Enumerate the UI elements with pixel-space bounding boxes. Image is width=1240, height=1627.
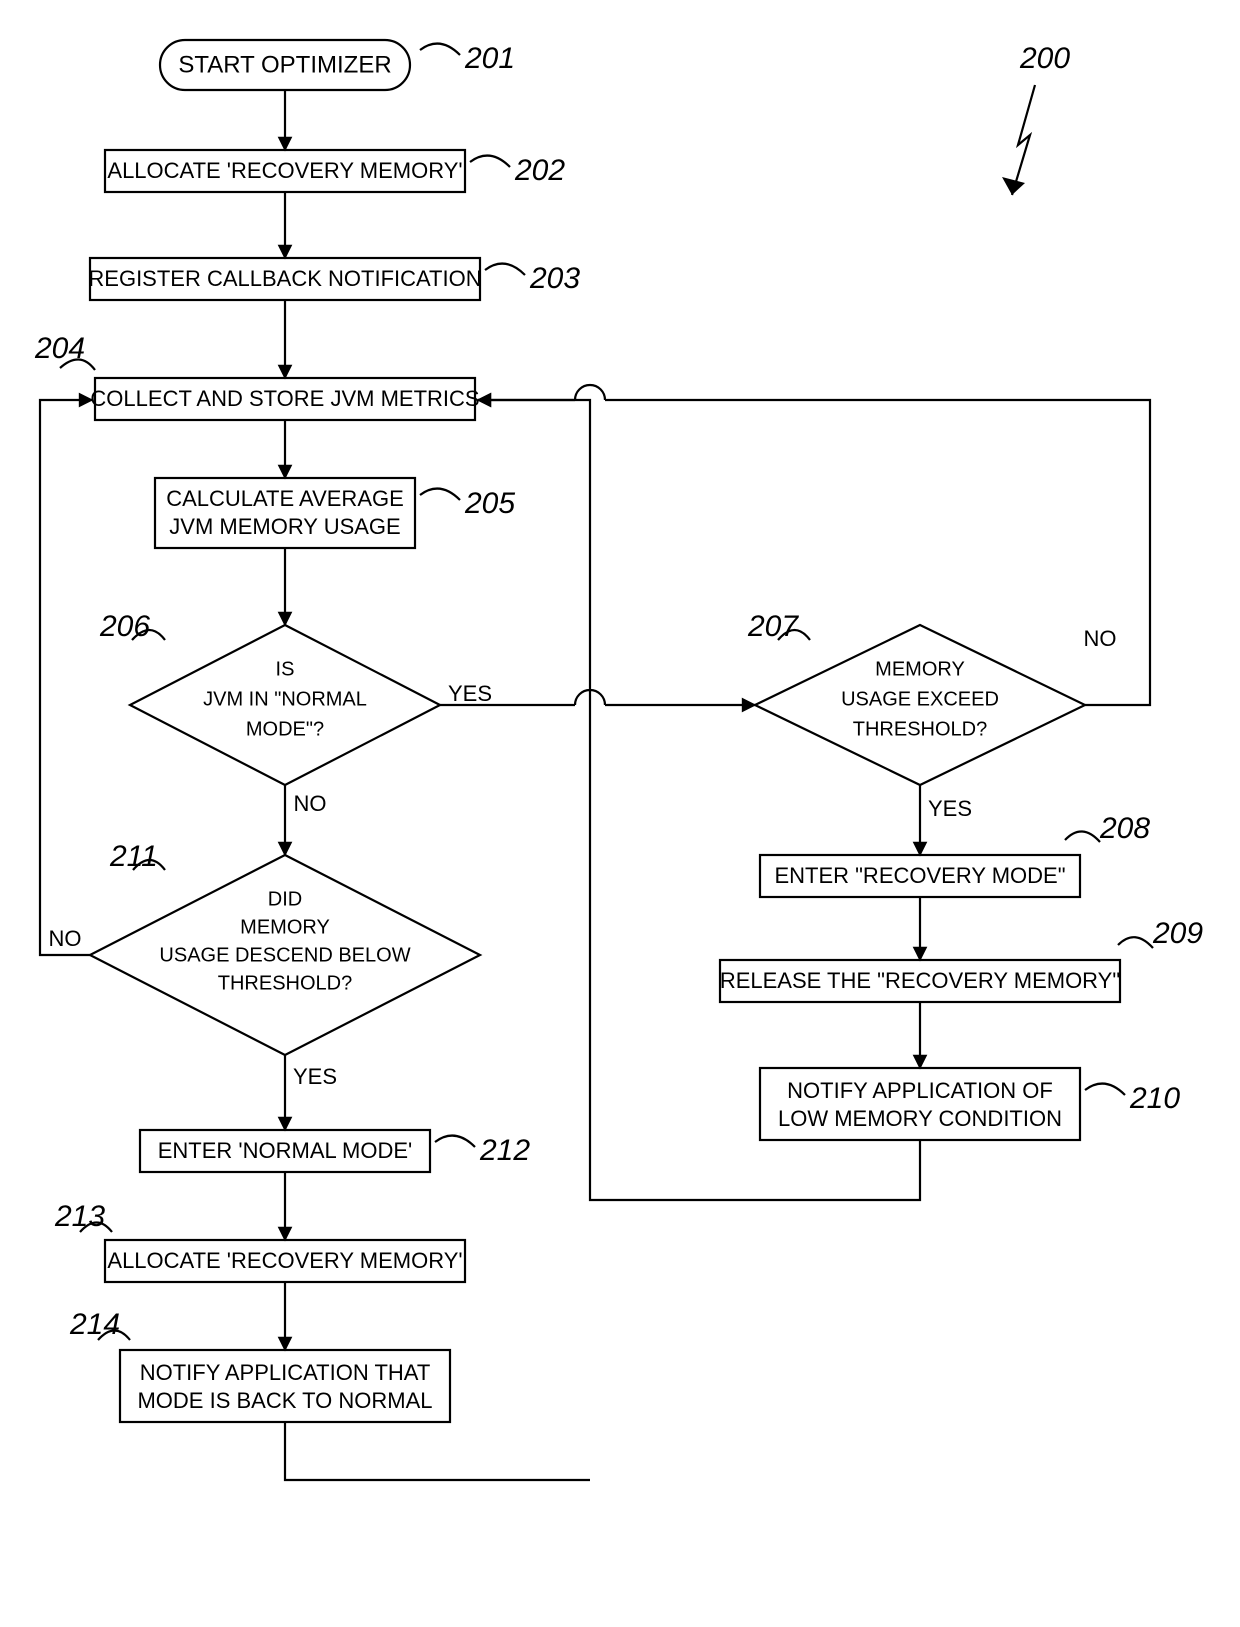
svg-text:214: 214 — [69, 1308, 120, 1341]
svg-text:MODE IS BACK TO NORMAL: MODE IS BACK TO NORMAL — [137, 1388, 432, 1413]
node-214: NOTIFY APPLICATION THAT MODE IS BACK TO … — [69, 1308, 450, 1422]
svg-text:YES: YES — [928, 796, 972, 821]
svg-text:NO: NO — [1084, 626, 1117, 651]
svg-text:211: 211 — [109, 840, 158, 873]
svg-text:DID: DID — [268, 888, 302, 910]
edge-207-no: NO — [478, 385, 1150, 705]
svg-text:NOTIFY APPLICATION THAT: NOTIFY APPLICATION THAT — [140, 1360, 431, 1385]
svg-text:MEMORY: MEMORY — [240, 916, 330, 938]
svg-text:202: 202 — [514, 154, 565, 187]
svg-text:THRESHOLD?: THRESHOLD? — [218, 972, 352, 994]
svg-text:205: 205 — [464, 487, 515, 520]
svg-text:210: 210 — [1129, 1082, 1180, 1115]
svg-text:COLLECT AND STORE JVM METRICS: COLLECT AND STORE JVM METRICS — [90, 386, 479, 411]
node-210: NOTIFY APPLICATION OF LOW MEMORY CONDITI… — [760, 1068, 1180, 1140]
node-211-decision: DID MEMORY USAGE DESCEND BELOW THRESHOLD… — [90, 840, 480, 1055]
svg-text:ALLOCATE 'RECOVERY MEMORY': ALLOCATE 'RECOVERY MEMORY' — [107, 158, 462, 183]
svg-text:IS: IS — [276, 658, 295, 680]
svg-text:208: 208 — [1099, 812, 1150, 845]
svg-text:ENTER 'NORMAL MODE': ENTER 'NORMAL MODE' — [158, 1138, 413, 1163]
svg-text:ALLOCATE 'RECOVERY MEMORY': ALLOCATE 'RECOVERY MEMORY' — [107, 1248, 462, 1273]
svg-text:START OPTIMIZER: START OPTIMIZER — [178, 51, 391, 78]
edge-206-yes: YES — [440, 681, 755, 706]
svg-text:207: 207 — [747, 610, 799, 643]
svg-text:CALCULATE AVERAGE: CALCULATE AVERAGE — [166, 486, 404, 511]
svg-text:203: 203 — [529, 262, 580, 295]
svg-text:NO: NO — [49, 926, 82, 951]
svg-text:NO: NO — [294, 791, 327, 816]
node-205: CALCULATE AVERAGE JVM MEMORY USAGE 205 — [155, 478, 515, 548]
svg-text:204: 204 — [34, 332, 85, 365]
node-204: COLLECT AND STORE JVM METRICS 204 — [34, 332, 480, 420]
node-209: RELEASE THE "RECOVERY MEMORY" 209 — [720, 917, 1204, 1002]
node-212: ENTER 'NORMAL MODE' 212 — [140, 1130, 530, 1172]
svg-text:RELEASE THE "RECOVERY MEMORY": RELEASE THE "RECOVERY MEMORY" — [720, 968, 1120, 993]
svg-text:209: 209 — [1152, 917, 1203, 950]
node-201-start: START OPTIMIZER 201 — [160, 40, 515, 90]
svg-text:LOW MEMORY CONDITION: LOW MEMORY CONDITION — [778, 1106, 1062, 1131]
edge-211-no: NO — [40, 400, 92, 955]
node-202: ALLOCATE 'RECOVERY MEMORY' 202 — [105, 150, 565, 192]
edge-214-loop — [285, 1422, 590, 1480]
svg-text:213: 213 — [54, 1200, 105, 1233]
svg-text:NOTIFY APPLICATION OF: NOTIFY APPLICATION OF — [787, 1078, 1053, 1103]
svg-text:MEMORY: MEMORY — [875, 658, 965, 680]
svg-text:YES: YES — [293, 1064, 337, 1089]
svg-text:201: 201 — [464, 42, 515, 75]
edge-206-no: NO — [285, 785, 327, 855]
edge-211-yes: YES — [285, 1055, 337, 1130]
node-207-decision: MEMORY USAGE EXCEED THRESHOLD? 207 — [747, 610, 1085, 785]
svg-text:REGISTER CALLBACK NOTIFICATION: REGISTER CALLBACK NOTIFICATION — [88, 266, 481, 291]
node-213: ALLOCATE 'RECOVERY MEMORY' 213 — [54, 1200, 465, 1282]
svg-text:JVM IN "NORMAL: JVM IN "NORMAL — [203, 688, 367, 710]
node-208: ENTER "RECOVERY MODE" 208 — [760, 812, 1150, 897]
svg-text:ENTER "RECOVERY MODE": ENTER "RECOVERY MODE" — [774, 863, 1065, 888]
figure-ref: 200 — [1002, 42, 1070, 195]
svg-text:206: 206 — [99, 610, 150, 643]
svg-text:200: 200 — [1019, 42, 1070, 75]
svg-text:JVM MEMORY USAGE: JVM MEMORY USAGE — [169, 514, 400, 539]
svg-text:THRESHOLD?: THRESHOLD? — [853, 718, 987, 740]
node-206-decision: IS JVM IN "NORMAL MODE"? 206 — [99, 610, 440, 785]
flowchart: 200 START OPTIMIZER 201 ALLOCATE 'RECOVE… — [0, 0, 1240, 1627]
svg-text:USAGE DESCEND BELOW: USAGE DESCEND BELOW — [159, 944, 410, 966]
svg-text:USAGE EXCEED: USAGE EXCEED — [841, 688, 999, 710]
node-203: REGISTER CALLBACK NOTIFICATION 203 — [88, 258, 580, 300]
edge-207-yes: YES — [920, 785, 972, 855]
svg-text:212: 212 — [479, 1134, 530, 1167]
svg-text:YES: YES — [448, 681, 492, 706]
svg-text:MODE"?: MODE"? — [246, 718, 324, 740]
